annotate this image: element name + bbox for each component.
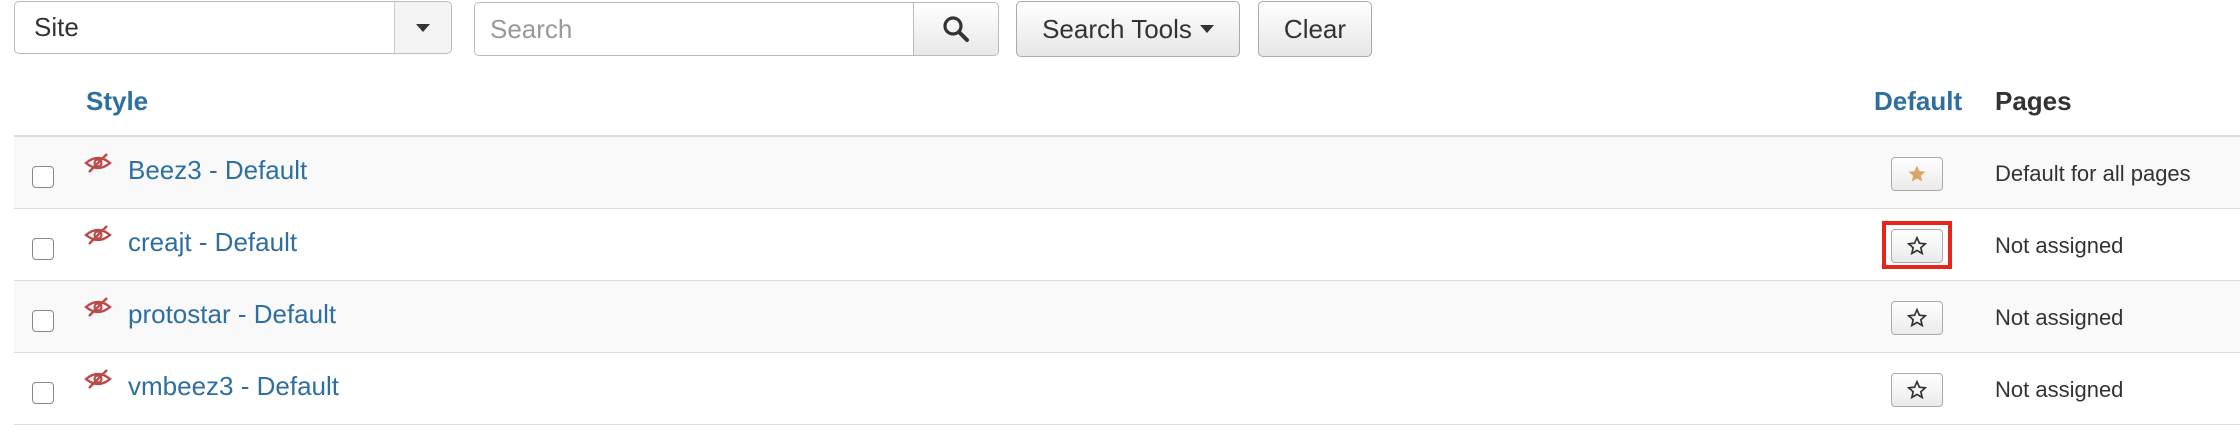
pages-value: Default for all pages xyxy=(1995,161,2191,186)
set-default-star-button[interactable] xyxy=(1891,373,1943,407)
pages-value: Not assigned xyxy=(1995,377,2124,402)
clear-label: Clear xyxy=(1283,13,1347,44)
search-icon xyxy=(943,16,969,42)
set-default-star-button[interactable] xyxy=(1891,301,1943,335)
set-default-star-button[interactable] xyxy=(1891,229,1943,263)
search-tools-button[interactable]: Search Tools xyxy=(1016,1,1240,57)
client-select-value: Site xyxy=(34,12,79,42)
default-star-button[interactable] xyxy=(1891,157,1943,191)
styles-table: Style Default Pages Beez3 - Default Defa… xyxy=(14,74,2240,425)
eye-slash-icon xyxy=(84,225,112,245)
row-checkbox[interactable] xyxy=(32,310,54,332)
row-checkbox[interactable] xyxy=(32,166,54,188)
column-header-default[interactable]: Default xyxy=(1874,86,1962,117)
clear-button[interactable]: Clear xyxy=(1258,1,1372,57)
search-input[interactable] xyxy=(474,2,914,56)
table-row: creajt - Default Not assigned xyxy=(14,209,2240,281)
table-row: protostar - Default Not assigned xyxy=(14,281,2240,353)
caret-down-icon xyxy=(416,23,430,32)
row-checkbox[interactable] xyxy=(32,382,54,404)
star-outline-icon xyxy=(1907,236,1927,256)
star-outline-icon xyxy=(1907,380,1927,400)
star-filled-icon xyxy=(1908,165,1926,182)
star-outline-icon xyxy=(1907,308,1927,328)
search-tools-label: Search Tools xyxy=(1042,13,1192,44)
style-link[interactable]: vmbeez3 - Default xyxy=(128,371,339,402)
client-select-toggle[interactable] xyxy=(394,2,451,53)
search-button[interactable] xyxy=(913,2,999,56)
client-select[interactable]: Site xyxy=(14,1,452,54)
style-link[interactable]: creajt - Default xyxy=(128,227,297,258)
eye-slash-icon xyxy=(84,297,112,317)
style-link[interactable]: Beez3 - Default xyxy=(128,155,307,186)
column-header-style[interactable]: Style xyxy=(86,86,148,117)
eye-slash-icon xyxy=(84,153,112,173)
column-header-pages: Pages xyxy=(1995,86,2072,116)
table-header: Style Default Pages xyxy=(14,74,2240,137)
row-checkbox[interactable] xyxy=(32,238,54,260)
caret-down-icon xyxy=(1199,25,1214,33)
table-row: Beez3 - Default Default for all pages xyxy=(14,137,2240,209)
eye-slash-icon xyxy=(84,369,112,389)
style-link[interactable]: protostar - Default xyxy=(128,299,336,330)
pages-value: Not assigned xyxy=(1995,305,2124,330)
table-row: vmbeez3 - Default Not assigned xyxy=(14,353,2240,425)
pages-value: Not assigned xyxy=(1995,233,2124,258)
